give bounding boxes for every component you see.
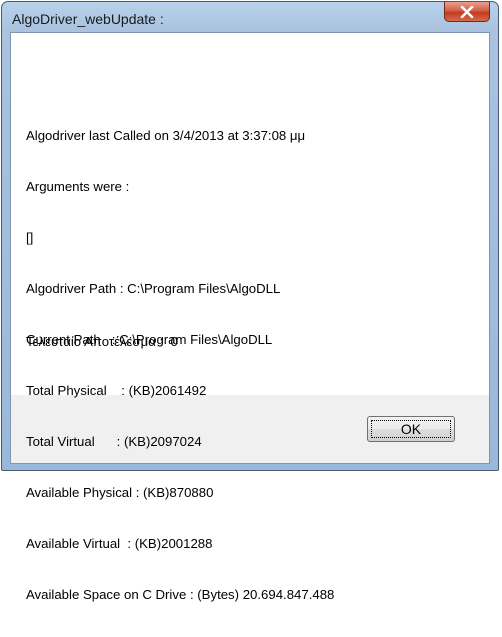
message-line-total-virtual: Total Virtual : (KB)2097024	[26, 434, 202, 449]
message-panel: Algodriver last Called on 3/4/2013 at 3:…	[11, 33, 489, 602]
message-line-last-called: Algodriver last Called on 3/4/2013 at 3:…	[26, 128, 306, 143]
window-title: AlgoDriver_webUpdate :	[12, 11, 164, 27]
message-line-arguments-label: Arguments were :	[26, 179, 130, 194]
message-line-available-space: Available Space on C Drive : (Bytes) 20.…	[26, 587, 335, 602]
message-line-algodriver-path: Algodriver Path : C:\Program Files\AlgoD…	[26, 281, 281, 296]
ok-button[interactable]: OK	[367, 416, 455, 442]
message-line-available-physical: Available Physical : (KB)870880	[26, 485, 214, 500]
message-line-last-result: Τελευταίο Αποτέλεσμα : 0	[26, 334, 178, 349]
focus-rectangle	[371, 420, 451, 438]
dialog-window: AlgoDriver_webUpdate : Algodriver last C…	[1, 1, 499, 602]
message-line-total-physical: Total Physical : (KB)2061492	[26, 383, 207, 398]
close-button[interactable]	[444, 2, 490, 22]
dialog-client-area: Algodriver last Called on 3/4/2013 at 3:…	[10, 32, 490, 602]
close-icon	[460, 5, 474, 18]
message-line-arguments-value: []	[26, 230, 34, 245]
message-text: Algodriver last Called on 3/4/2013 at 3:…	[26, 93, 334, 637]
title-bar[interactable]: AlgoDriver_webUpdate :	[2, 2, 498, 34]
message-line-available-virtual: Available Virtual : (KB)2001288	[26, 536, 213, 551]
